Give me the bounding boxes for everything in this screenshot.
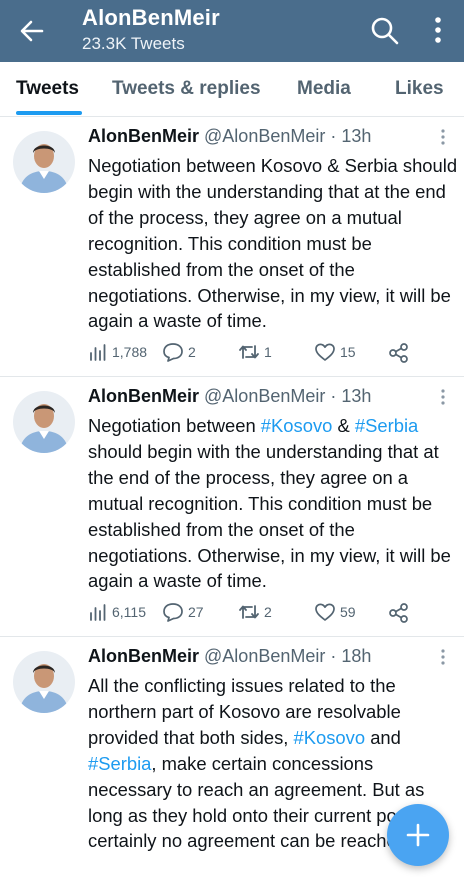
compose-plus-icon xyxy=(404,821,432,849)
more-vertical-icon[interactable] xyxy=(436,127,450,147)
reply-count: 2 xyxy=(188,344,196,360)
search-icon[interactable] xyxy=(368,14,402,48)
author-handle-time: @AlonBenMeir · 13h xyxy=(204,126,372,146)
tweet-actions: 6,115 27 2 59 xyxy=(88,602,458,626)
tab-tweets[interactable]: Tweets xyxy=(16,78,79,100)
views-icon xyxy=(90,604,106,621)
retweet-button[interactable]: 2 xyxy=(238,602,272,622)
text-segment: & xyxy=(332,415,355,436)
like-button[interactable]: 15 xyxy=(314,342,356,362)
reply-button[interactable]: 27 xyxy=(162,602,204,622)
tweet-header: AlonBenMeir @AlonBenMeir · 18h xyxy=(88,646,371,667)
reply-button[interactable]: 2 xyxy=(162,342,196,362)
top-app-bar: AlonBenMeir 23.3K Tweets xyxy=(0,0,464,62)
tweet-count: 23.3K Tweets xyxy=(82,34,185,53)
retweet-count: 2 xyxy=(264,604,272,620)
tweet-actions: 1,788 2 1 15 xyxy=(88,342,458,366)
tab-likes[interactable]: Likes xyxy=(395,78,444,100)
reply-count: 27 xyxy=(188,604,204,620)
tab-tweets-and-replies[interactable]: Tweets & replies xyxy=(112,78,261,100)
author-handle-time: @AlonBenMeir · 13h xyxy=(204,386,372,406)
avatar[interactable] xyxy=(13,391,75,453)
tweet-header: AlonBenMeir @AlonBenMeir · 13h xyxy=(88,126,371,147)
more-vertical-icon[interactable] xyxy=(436,387,450,407)
retweet-count: 1 xyxy=(264,344,272,360)
share-icon xyxy=(389,603,408,623)
views-count: 1,788 xyxy=(112,344,148,360)
author-name[interactable]: AlonBenMeir xyxy=(88,126,199,146)
views-icon xyxy=(90,344,106,361)
hashtag-link[interactable]: #Serbia xyxy=(88,753,151,774)
like-icon xyxy=(315,603,335,621)
text-segment: should begin with the understanding that… xyxy=(88,440,451,592)
text-segment: and xyxy=(365,726,401,748)
like-icon xyxy=(315,343,335,361)
tweet-header: AlonBenMeir @AlonBenMeir · 13h xyxy=(88,386,371,407)
reply-icon xyxy=(163,343,183,362)
views-count: 6,115 xyxy=(112,604,146,620)
hashtag-link[interactable]: #Kosovo xyxy=(294,727,366,748)
retweet-button[interactable]: 1 xyxy=(238,342,272,362)
like-count: 15 xyxy=(340,344,356,360)
share-button[interactable] xyxy=(388,602,414,624)
share-icon xyxy=(389,343,408,363)
avatar[interactable] xyxy=(13,651,75,713)
more-vertical-icon[interactable] xyxy=(424,14,452,48)
like-count: 59 xyxy=(340,604,356,620)
tweet-text: Negotiation between #Kosovo & #Serbia sh… xyxy=(88,413,458,594)
active-tab-indicator xyxy=(16,111,82,115)
author-name[interactable]: AlonBenMeir xyxy=(88,646,199,666)
views-button[interactable]: 6,115 xyxy=(88,602,146,622)
profile-tabs: Tweets Tweets & replies Media Likes xyxy=(0,62,464,117)
retweet-icon xyxy=(239,345,259,359)
tweet-2[interactable]: AlonBenMeir @AlonBenMeir · 13h Negotiati… xyxy=(0,377,464,637)
profile-title: AlonBenMeir xyxy=(82,5,220,30)
views-button[interactable]: 1,788 xyxy=(88,342,147,362)
hashtag-link[interactable]: #Kosovo xyxy=(261,415,333,436)
like-button[interactable]: 59 xyxy=(314,602,356,622)
back-arrow-icon[interactable] xyxy=(14,14,50,48)
author-handle-time: @AlonBenMeir · 18h xyxy=(204,646,372,666)
compose-tweet-button[interactable] xyxy=(387,804,449,866)
hashtag-link[interactable]: #Serbia xyxy=(355,415,418,436)
retweet-icon xyxy=(239,605,259,619)
tweet-text: Negotiation between Kosovo & Serbia shou… xyxy=(88,155,458,332)
reply-icon xyxy=(163,603,183,622)
avatar[interactable] xyxy=(13,131,75,193)
author-name[interactable]: AlonBenMeir xyxy=(88,386,199,406)
share-button[interactable] xyxy=(388,342,414,364)
more-vertical-icon[interactable] xyxy=(436,647,450,667)
tab-media[interactable]: Media xyxy=(297,78,351,100)
text-segment: Negotiation between xyxy=(88,415,261,436)
tweet-1[interactable]: AlonBenMeir @AlonBenMeir · 13h Negotiati… xyxy=(0,117,464,377)
